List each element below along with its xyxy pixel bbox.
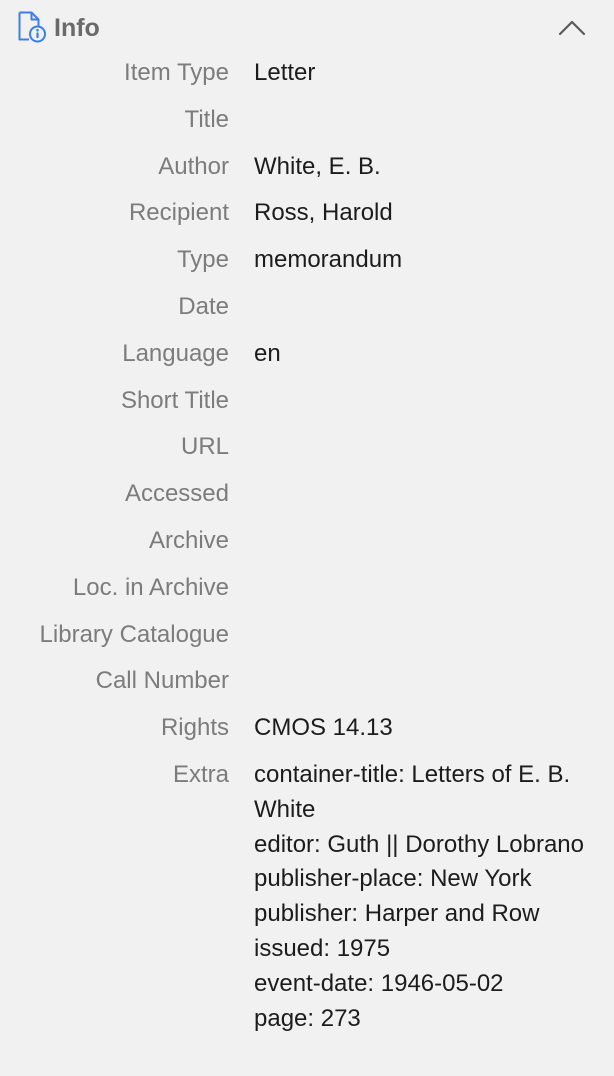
short-title-value[interactable]	[254, 382, 589, 419]
field-row-title: Title	[0, 101, 614, 148]
field-row-author: Author White, E. B.	[0, 148, 614, 195]
field-row-short-title: Short Title	[0, 382, 614, 429]
extra-value[interactable]: container-title: Letters of E. B. White …	[254, 756, 589, 1036]
field-label: Type	[176, 246, 229, 274]
field-label: Call Number	[95, 667, 229, 695]
field-label: Accessed	[124, 480, 229, 508]
field-label: Loc. in Archive	[72, 573, 229, 601]
item-type-value[interactable]: Letter	[254, 54, 589, 91]
field-row-item-type: Item Type Letter	[0, 54, 614, 101]
library-catalogue-value[interactable]	[254, 616, 589, 653]
field-label: Extra	[172, 760, 229, 788]
field-label: Rights	[160, 714, 229, 742]
document-info-icon	[17, 11, 47, 43]
field-label: Archive	[148, 526, 229, 554]
info-fields: Item Type Letter Title Author White, E. …	[0, 54, 614, 1036]
field-label: Item Type	[124, 59, 229, 86]
field-row-archive: Archive	[0, 522, 614, 569]
call-number-value[interactable]	[254, 662, 589, 699]
chevron-up-icon[interactable]	[556, 14, 588, 42]
field-row-date: Date	[0, 288, 614, 335]
field-label: Date	[178, 292, 229, 320]
accessed-value[interactable]	[254, 475, 589, 512]
field-row-library-catalogue: Library Catalogue	[0, 616, 614, 663]
field-label: Language	[122, 339, 229, 367]
url-value[interactable]	[254, 428, 589, 465]
date-value[interactable]	[254, 288, 589, 325]
field-row-accessed: Accessed	[0, 475, 614, 522]
field-label: Recipient	[128, 199, 229, 227]
field-label: Short Title	[120, 386, 229, 414]
field-row-url: URL	[0, 428, 614, 475]
section-title: Info	[54, 14, 100, 42]
type-value[interactable]: memorandum	[254, 241, 589, 278]
field-row-extra: Extra container-title: Letters of E. B. …	[0, 756, 614, 1036]
field-label: URL	[180, 433, 229, 461]
info-section-header[interactable]: Info	[0, 0, 614, 56]
item-info-pane: Info Item Type Letter Title Author White…	[0, 0, 614, 1076]
archive-value[interactable]	[254, 522, 589, 559]
author-value[interactable]: White, E. B.	[254, 148, 589, 185]
language-value[interactable]: en	[254, 335, 589, 372]
field-row-rights: Rights CMOS 14.13	[0, 709, 614, 756]
title-value[interactable]	[254, 101, 589, 138]
field-row-loc-in-archive: Loc. in Archive	[0, 569, 614, 616]
loc-in-archive-value[interactable]	[254, 569, 589, 606]
field-label: Title	[184, 105, 229, 133]
recipient-value[interactable]: Ross, Harold	[254, 194, 589, 231]
field-label: Author	[158, 152, 229, 180]
field-row-language: Language en	[0, 335, 614, 382]
rights-value[interactable]: CMOS 14.13	[254, 709, 589, 746]
field-row-call-number: Call Number	[0, 662, 614, 709]
field-label: Library Catalogue	[39, 620, 229, 648]
field-row-recipient: Recipient Ross, Harold	[0, 194, 614, 241]
field-row-type: Type memorandum	[0, 241, 614, 288]
